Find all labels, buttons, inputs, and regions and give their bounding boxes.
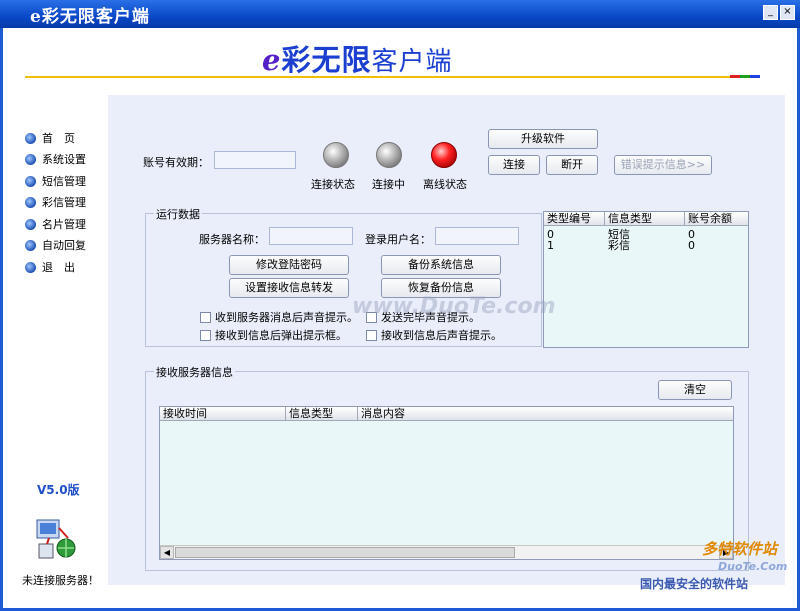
horizontal-scrollbar[interactable]: ◀ ▶ [160, 545, 733, 559]
header-color-strip [730, 75, 760, 78]
server-msg-sound-checkbox[interactable]: 收到服务器消息后声音提示。 [200, 309, 358, 325]
bullet-icon [25, 175, 36, 187]
bullet-icon [25, 261, 36, 273]
run-data-title: 运行数据 [154, 206, 202, 222]
close-button[interactable]: × [780, 5, 795, 20]
login-user-field[interactable] [435, 227, 519, 245]
disconnect-button[interactable]: 断开 [546, 155, 598, 175]
corner-watermark-url: DuoTe.Com [718, 560, 788, 573]
column-header-info-type[interactable]: 信息类型 [605, 212, 685, 226]
connecting-label: 连接中 [372, 178, 405, 191]
login-user-label: 登录用户名： [365, 233, 431, 246]
app-logo: e彩无限客户端 [262, 43, 453, 77]
connect-button[interactable]: 连接 [488, 155, 540, 175]
connection-status-led [323, 142, 349, 168]
scroll-left-icon[interactable]: ◀ [160, 546, 174, 559]
sidebar-item-sms[interactable]: 短信管理 [25, 173, 86, 189]
account-validity-label: 账号有效期： [143, 156, 209, 169]
checkbox-box[interactable] [200, 311, 211, 323]
window-title: e彩无限客户端 [30, 7, 150, 27]
corner-watermark-brand: 多特软件站 [702, 540, 778, 558]
error-info-button[interactable]: 错误提示信息>> [614, 155, 712, 175]
sidebar-item-exit[interactable]: 退 出 [25, 259, 75, 275]
column-header-info-type[interactable]: 信息类型 [286, 407, 358, 421]
checkbox-box[interactable] [200, 329, 211, 341]
backup-system-button[interactable]: 备份系统信息 [381, 255, 501, 275]
popup-on-receive-checkbox[interactable]: 接收到信息后弹出提示框。 [200, 327, 347, 343]
offline-label: 离线状态 [423, 178, 467, 191]
message-type-table[interactable]: 类型编号 信息类型 账号余额 0 短信 0 1 彩信 0 [543, 211, 749, 348]
server-status-text: 未连接服务器！ [22, 574, 99, 587]
sound-on-receive-checkbox[interactable]: 接收到信息后声音提示。 [366, 327, 502, 343]
sidebar [3, 95, 107, 585]
version-label: V5.0版 [37, 483, 80, 497]
checkbox-box[interactable] [366, 329, 377, 341]
receive-title: 接收服务器信息 [154, 364, 235, 380]
column-header-message-content[interactable]: 消息内容 [358, 407, 733, 421]
sidebar-item-auto-reply[interactable]: 自动回复 [25, 237, 86, 253]
table-header: 类型编号 信息类型 账号余额 [544, 212, 748, 226]
bullet-icon [25, 196, 36, 208]
column-header-receive-time[interactable]: 接收时间 [160, 407, 286, 421]
sidebar-item-mms[interactable]: 彩信管理 [25, 194, 86, 210]
header-divider [25, 76, 759, 78]
connecting-led [376, 142, 402, 168]
offline-led [431, 142, 457, 168]
bullet-icon [25, 239, 36, 251]
clear-button[interactable]: 清空 [658, 380, 732, 400]
change-password-button[interactable]: 修改登陆密码 [229, 255, 349, 275]
scrollbar-thumb[interactable] [175, 547, 515, 558]
set-forward-button[interactable]: 设置接收信息转发 [229, 278, 349, 298]
connection-status-label: 连接状态 [311, 178, 355, 191]
sidebar-item-system-settings[interactable]: 系统设置 [25, 151, 86, 167]
minimize-button[interactable]: _ [763, 5, 778, 20]
bullet-icon [25, 132, 36, 144]
server-network-icon [36, 519, 76, 559]
server-name-label: 服务器名称： [199, 233, 265, 246]
sidebar-item-cards[interactable]: 名片管理 [25, 216, 86, 232]
sidebar-item-home[interactable]: 首 页 [25, 130, 75, 146]
server-name-field[interactable] [269, 227, 353, 245]
center-watermark: www.DuoTe.com [352, 294, 556, 319]
account-validity-field[interactable] [214, 151, 296, 169]
received-messages-table[interactable]: 接收时间 信息类型 消息内容 ◀ ▶ [159, 406, 734, 560]
bullet-icon [25, 153, 36, 165]
column-header-balance[interactable]: 账号余额 [685, 212, 748, 226]
table-header: 接收时间 信息类型 消息内容 [160, 407, 733, 421]
title-bar: e彩无限客户端 _ × [0, 0, 800, 28]
column-header-type-id[interactable]: 类型编号 [544, 212, 605, 226]
bullet-icon [25, 218, 36, 230]
upgrade-button[interactable]: 升级软件 [488, 129, 598, 149]
corner-watermark: 国内最安全的软件站 [640, 577, 749, 591]
